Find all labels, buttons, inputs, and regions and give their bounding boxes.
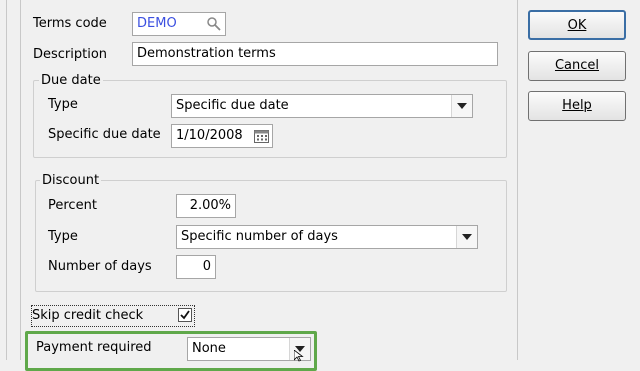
ok-button[interactable]: OK — [528, 10, 626, 40]
description-label: Description — [33, 47, 108, 62]
discount-legend: Discount — [40, 173, 102, 189]
terms-code-value: DEMO — [137, 16, 177, 31]
payment-required-dropdown[interactable]: None — [187, 337, 311, 361]
payment-required-label: Payment required — [36, 340, 152, 355]
discount-type-label: Type — [48, 229, 78, 244]
due-type-label: Type — [48, 97, 78, 112]
terms-code-field[interactable]: DEMO — [132, 12, 226, 36]
separator-line — [517, 0, 518, 360]
help-button-label: Help — [562, 98, 592, 113]
help-button[interactable]: Help — [528, 91, 626, 121]
percent-label: Percent — [48, 198, 97, 213]
number-of-days-input[interactable]: 0 — [176, 255, 216, 279]
due-type-dropdown[interactable]: Specific due date — [171, 94, 473, 118]
specific-due-date-label: Specific due date — [48, 127, 161, 142]
due-type-value: Specific due date — [176, 98, 289, 113]
checkmark-icon — [180, 310, 190, 320]
window-edge-inner — [20, 0, 21, 360]
specific-due-date-value: 1/10/2008 — [176, 128, 243, 143]
chevron-down-icon[interactable] — [451, 95, 472, 117]
terms-code-label: Terms code — [33, 16, 107, 31]
chevron-down-icon[interactable] — [456, 226, 477, 248]
window-edge-left — [6, 0, 7, 360]
discount-type-value: Specific number of days — [181, 229, 338, 244]
payment-required-value: None — [192, 341, 226, 356]
specific-due-date-input[interactable]: 1/10/2008 — [171, 124, 273, 148]
skip-credit-check-checkbox[interactable] — [178, 308, 192, 322]
cancel-button-label: Cancel — [554, 58, 600, 73]
due-date-legend: Due date — [39, 73, 103, 89]
skip-credit-check-label: Skip credit check — [32, 308, 144, 323]
description-input[interactable]: Demonstration terms — [132, 42, 498, 66]
calendar-icon[interactable] — [254, 129, 269, 143]
percent-input[interactable]: 2.00% — [176, 194, 236, 218]
mouse-cursor-icon — [293, 349, 304, 366]
search-icon[interactable] — [205, 15, 223, 33]
ok-button-label: OK — [567, 18, 587, 33]
number-of-days-label: Number of days — [48, 259, 152, 274]
discount-type-dropdown[interactable]: Specific number of days — [176, 225, 478, 249]
cancel-button[interactable]: Cancel — [528, 51, 626, 81]
